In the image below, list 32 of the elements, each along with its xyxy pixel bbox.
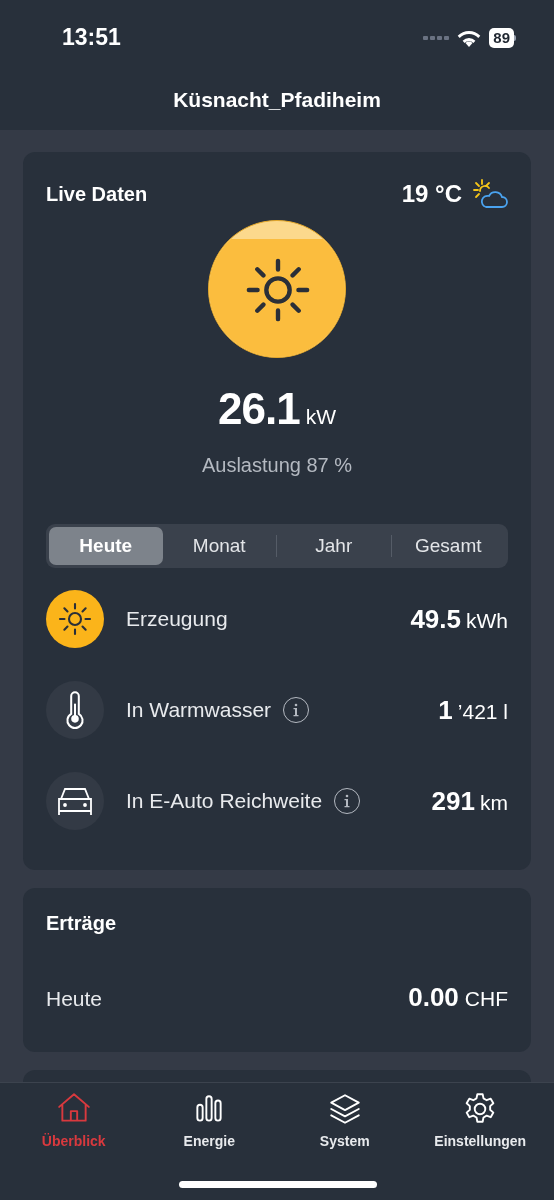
earnings-label: Heute: [46, 986, 103, 1012]
wifi-icon: [457, 28, 482, 47]
metric-value: 49.5: [410, 602, 461, 636]
nav-tab[interactable]: Energie: [144, 1091, 275, 1152]
period-tab[interactable]: Monat: [162, 527, 276, 565]
earnings-unit: CHF: [464, 986, 508, 1012]
metric-value: 1: [438, 693, 453, 727]
card-title: Erträge: [46, 911, 118, 936]
metric-unit: kWh: [466, 607, 508, 634]
earnings-value: 0.00: [408, 981, 459, 1014]
signal-icon: [423, 35, 450, 40]
metric-label: Erzeugung: [126, 606, 228, 633]
utilization-text: Auslastung 87 %: [201, 453, 353, 478]
period-tab[interactable]: Gesamt: [391, 527, 505, 565]
period-tab[interactable]: Jahr: [277, 527, 391, 565]
battery-indicator: 89: [489, 27, 514, 48]
metric-label: In Warmwasser: [126, 697, 272, 724]
sun-icon: [46, 590, 104, 648]
metric-value: 291: [431, 784, 475, 818]
partly-cloudy-icon: [472, 178, 508, 210]
nav-tab[interactable]: Einstellungen: [415, 1091, 546, 1152]
period-tab[interactable]: Heute: [49, 527, 163, 565]
card-title: Live Daten: [46, 182, 148, 207]
metric-unit: km: [480, 789, 508, 816]
metric-label: In E-Auto Reichweite: [126, 788, 323, 815]
temperature-reading: 19 °C: [401, 179, 462, 209]
metric-unit: ’421 l: [457, 698, 508, 725]
power-value: 26.1: [218, 383, 300, 435]
power-unit: kW: [305, 404, 336, 430]
nav-tab[interactable]: System: [279, 1091, 410, 1152]
status-time: 13:51: [62, 23, 121, 53]
screen-title: Küsnacht_Pfadiheim: [173, 87, 381, 113]
